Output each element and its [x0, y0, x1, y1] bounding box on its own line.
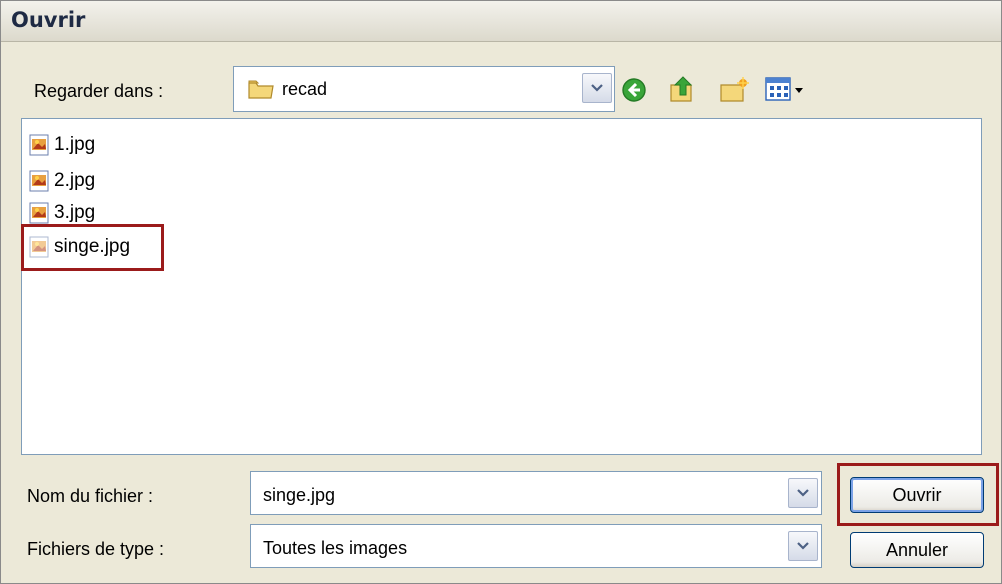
file-item-3[interactable]: 3.jpg	[29, 199, 95, 227]
lookin-label: Regarder dans :	[34, 81, 164, 101]
folder-icon	[248, 78, 274, 105]
image-file-icon	[29, 134, 49, 156]
open-dialog: Ouvrir Regarder dans : recad 1.jpg 2.jpg…	[0, 0, 1002, 584]
dialog-title: Ouvrir	[11, 8, 86, 32]
filetype-dropdown-button[interactable]	[788, 531, 818, 561]
image-file-icon	[29, 170, 49, 192]
new-folder-icon[interactable]	[719, 77, 749, 108]
chevron-down-icon	[797, 489, 809, 497]
lookin-value: recad	[282, 79, 328, 99]
chevron-down-icon	[591, 84, 603, 92]
back-icon[interactable]	[621, 77, 647, 108]
title-bar[interactable]: Ouvrir	[1, 1, 1001, 42]
view-menu-icon[interactable]	[765, 76, 807, 107]
filename-value: singe.jpg	[263, 485, 336, 505]
up-folder-icon[interactable]	[669, 75, 699, 108]
image-file-icon	[29, 202, 49, 224]
filename-input[interactable]: singe.jpg	[250, 471, 822, 515]
open-button[interactable]: Ouvrir	[850, 477, 984, 513]
lookin-dropdown-button[interactable]	[582, 73, 612, 103]
file-name: 3.jpg	[54, 202, 96, 223]
filename-label: Nom du fichier :	[27, 486, 154, 506]
file-item-1[interactable]: 1.jpg	[29, 131, 95, 159]
chevron-down-icon	[797, 542, 809, 550]
filetype-value: Toutes les images	[263, 538, 408, 558]
file-list[interactable]: 1.jpg 2.jpg 3.jpg singe.jpg	[21, 118, 982, 455]
filename-dropdown-button[interactable]	[788, 478, 818, 508]
lookin-select[interactable]: recad	[233, 66, 615, 112]
filetype-select[interactable]: Toutes les images	[250, 524, 822, 568]
file-item-2[interactable]: 2.jpg	[29, 167, 95, 195]
selected-file-highlight	[21, 224, 164, 271]
file-name: 2.jpg	[54, 170, 96, 191]
filetype-label: Fichiers de type :	[27, 539, 165, 559]
cancel-button[interactable]: Annuler	[850, 532, 984, 568]
file-name: 1.jpg	[54, 134, 96, 155]
